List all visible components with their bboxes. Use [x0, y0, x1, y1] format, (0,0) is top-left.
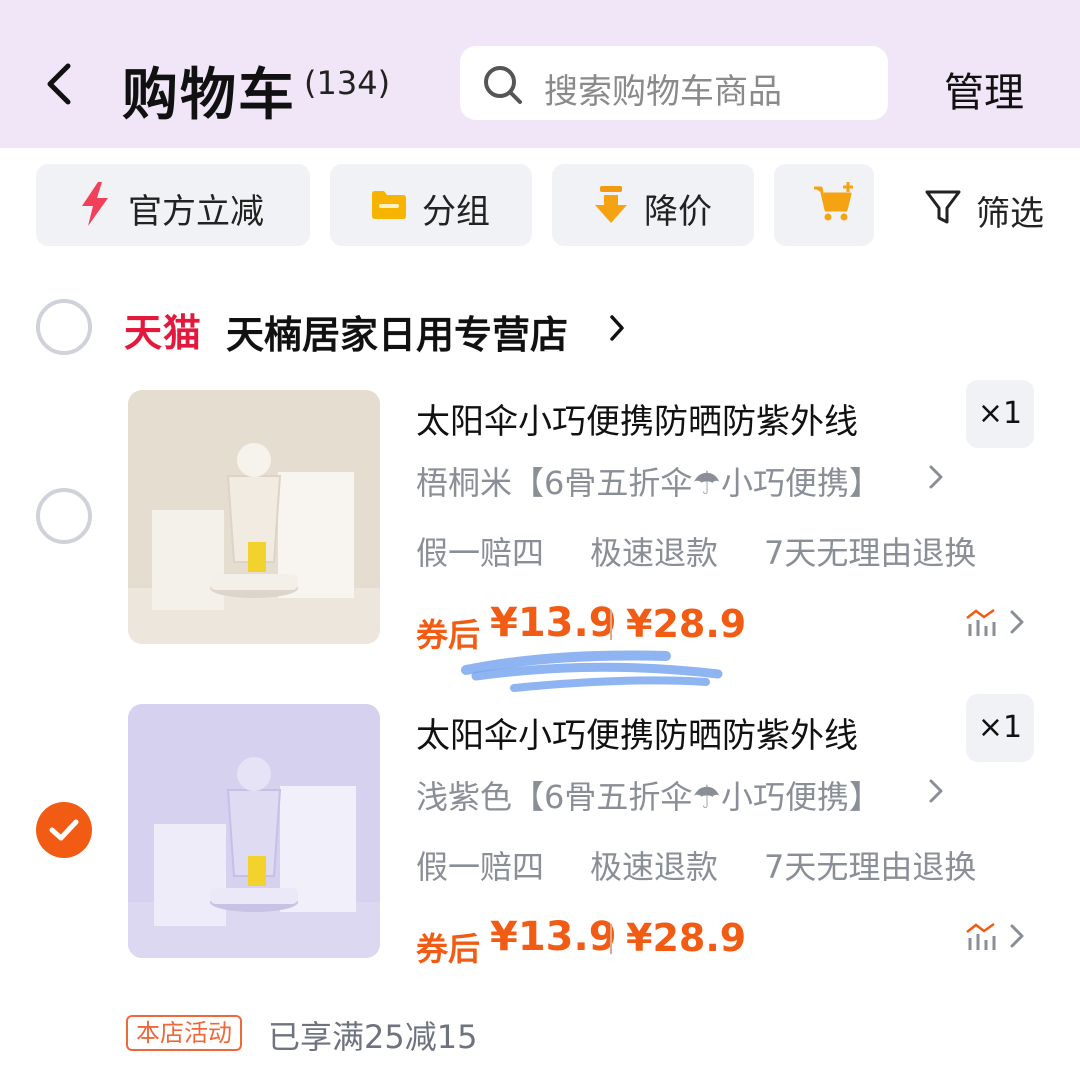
product-title[interactable]: 太阳伞小巧便携防晒防紫外线	[416, 708, 858, 757]
sku-selector[interactable]: 梧桐米【6骨五折伞☂小巧便携】	[416, 458, 881, 504]
umbrella-photo	[128, 704, 380, 958]
tmall-logo: 天猫	[124, 311, 203, 355]
search-icon	[484, 66, 522, 104]
service-tag: 7天无理由退换	[764, 848, 977, 886]
price-trend-icon[interactable]	[964, 606, 1034, 640]
service-tag: 7天无理由退换	[764, 534, 977, 572]
lightning-icon	[82, 182, 108, 226]
chevron-right-icon[interactable]	[608, 314, 626, 342]
chip-official-discount[interactable]: 官方立减	[36, 164, 310, 246]
chip-price-drop[interactable]: 降价	[552, 164, 754, 246]
service-tag: 假一赔四	[416, 848, 545, 886]
store-name-link[interactable]: 天楠居家日用专营店	[226, 304, 568, 359]
service-tag: 极速退款	[590, 848, 719, 886]
page-title: 购物车	[122, 63, 296, 128]
original-price: ¥28.9	[626, 602, 747, 646]
chip-label: 分组	[422, 192, 490, 232]
chip-label: 降价	[644, 192, 712, 232]
sku-selector[interactable]: 浅紫色【6骨五折伞☂小巧便携】	[416, 772, 881, 818]
product-image[interactable]	[128, 704, 380, 958]
top-bar: 购物车 (134) 搜索购物车商品 管理	[0, 0, 1080, 148]
filter-label: 筛选	[976, 194, 1044, 234]
search-placeholder: 搜索购物车商品	[544, 72, 782, 112]
original-price: ¥28.9	[626, 916, 747, 960]
promo-text: 已享满25减15	[268, 1018, 478, 1056]
chip-label: 官方立减	[128, 192, 264, 232]
chevron-right-icon[interactable]	[928, 464, 944, 490]
quantity-stepper[interactable]: ×1	[966, 380, 1034, 448]
price-drop-arrow-icon	[595, 186, 627, 223]
price-divider	[610, 610, 612, 640]
chip-cart-add[interactable]	[774, 164, 874, 246]
cart-add-icon	[814, 182, 853, 221]
coupon-price: ¥13.9	[490, 914, 617, 960]
item-select-radio[interactable]	[36, 488, 92, 544]
service-tag: 假一赔四	[416, 534, 545, 572]
store-select-radio[interactable]	[36, 299, 92, 355]
price-divider	[610, 924, 612, 954]
umbrella-photo	[128, 390, 380, 644]
coupon-label: 券后	[416, 930, 481, 968]
quantity-stepper[interactable]: ×1	[966, 694, 1034, 762]
checkmark-icon	[49, 819, 79, 841]
manage-button[interactable]: 管理	[944, 60, 1024, 118]
item-select-radio-checked[interactable]	[36, 802, 92, 858]
product-image[interactable]	[128, 390, 380, 644]
chip-group[interactable]: 分组	[330, 164, 532, 246]
price-trend-icon[interactable]	[964, 920, 1034, 954]
cart-count: (134)	[304, 64, 391, 102]
store-promo-badge: 本店活动	[126, 1015, 242, 1051]
funnel-icon	[925, 190, 961, 224]
search-input[interactable]: 搜索购物车商品	[460, 46, 888, 120]
product-title[interactable]: 太阳伞小巧便携防晒防紫外线	[416, 394, 858, 443]
chevron-right-icon[interactable]	[928, 778, 944, 804]
back-arrow-icon[interactable]	[38, 58, 82, 110]
service-tag: 极速退款	[590, 534, 719, 572]
folder-icon	[372, 191, 406, 219]
scribble-annotation	[461, 650, 723, 692]
coupon-price: ¥13.9	[490, 600, 617, 646]
